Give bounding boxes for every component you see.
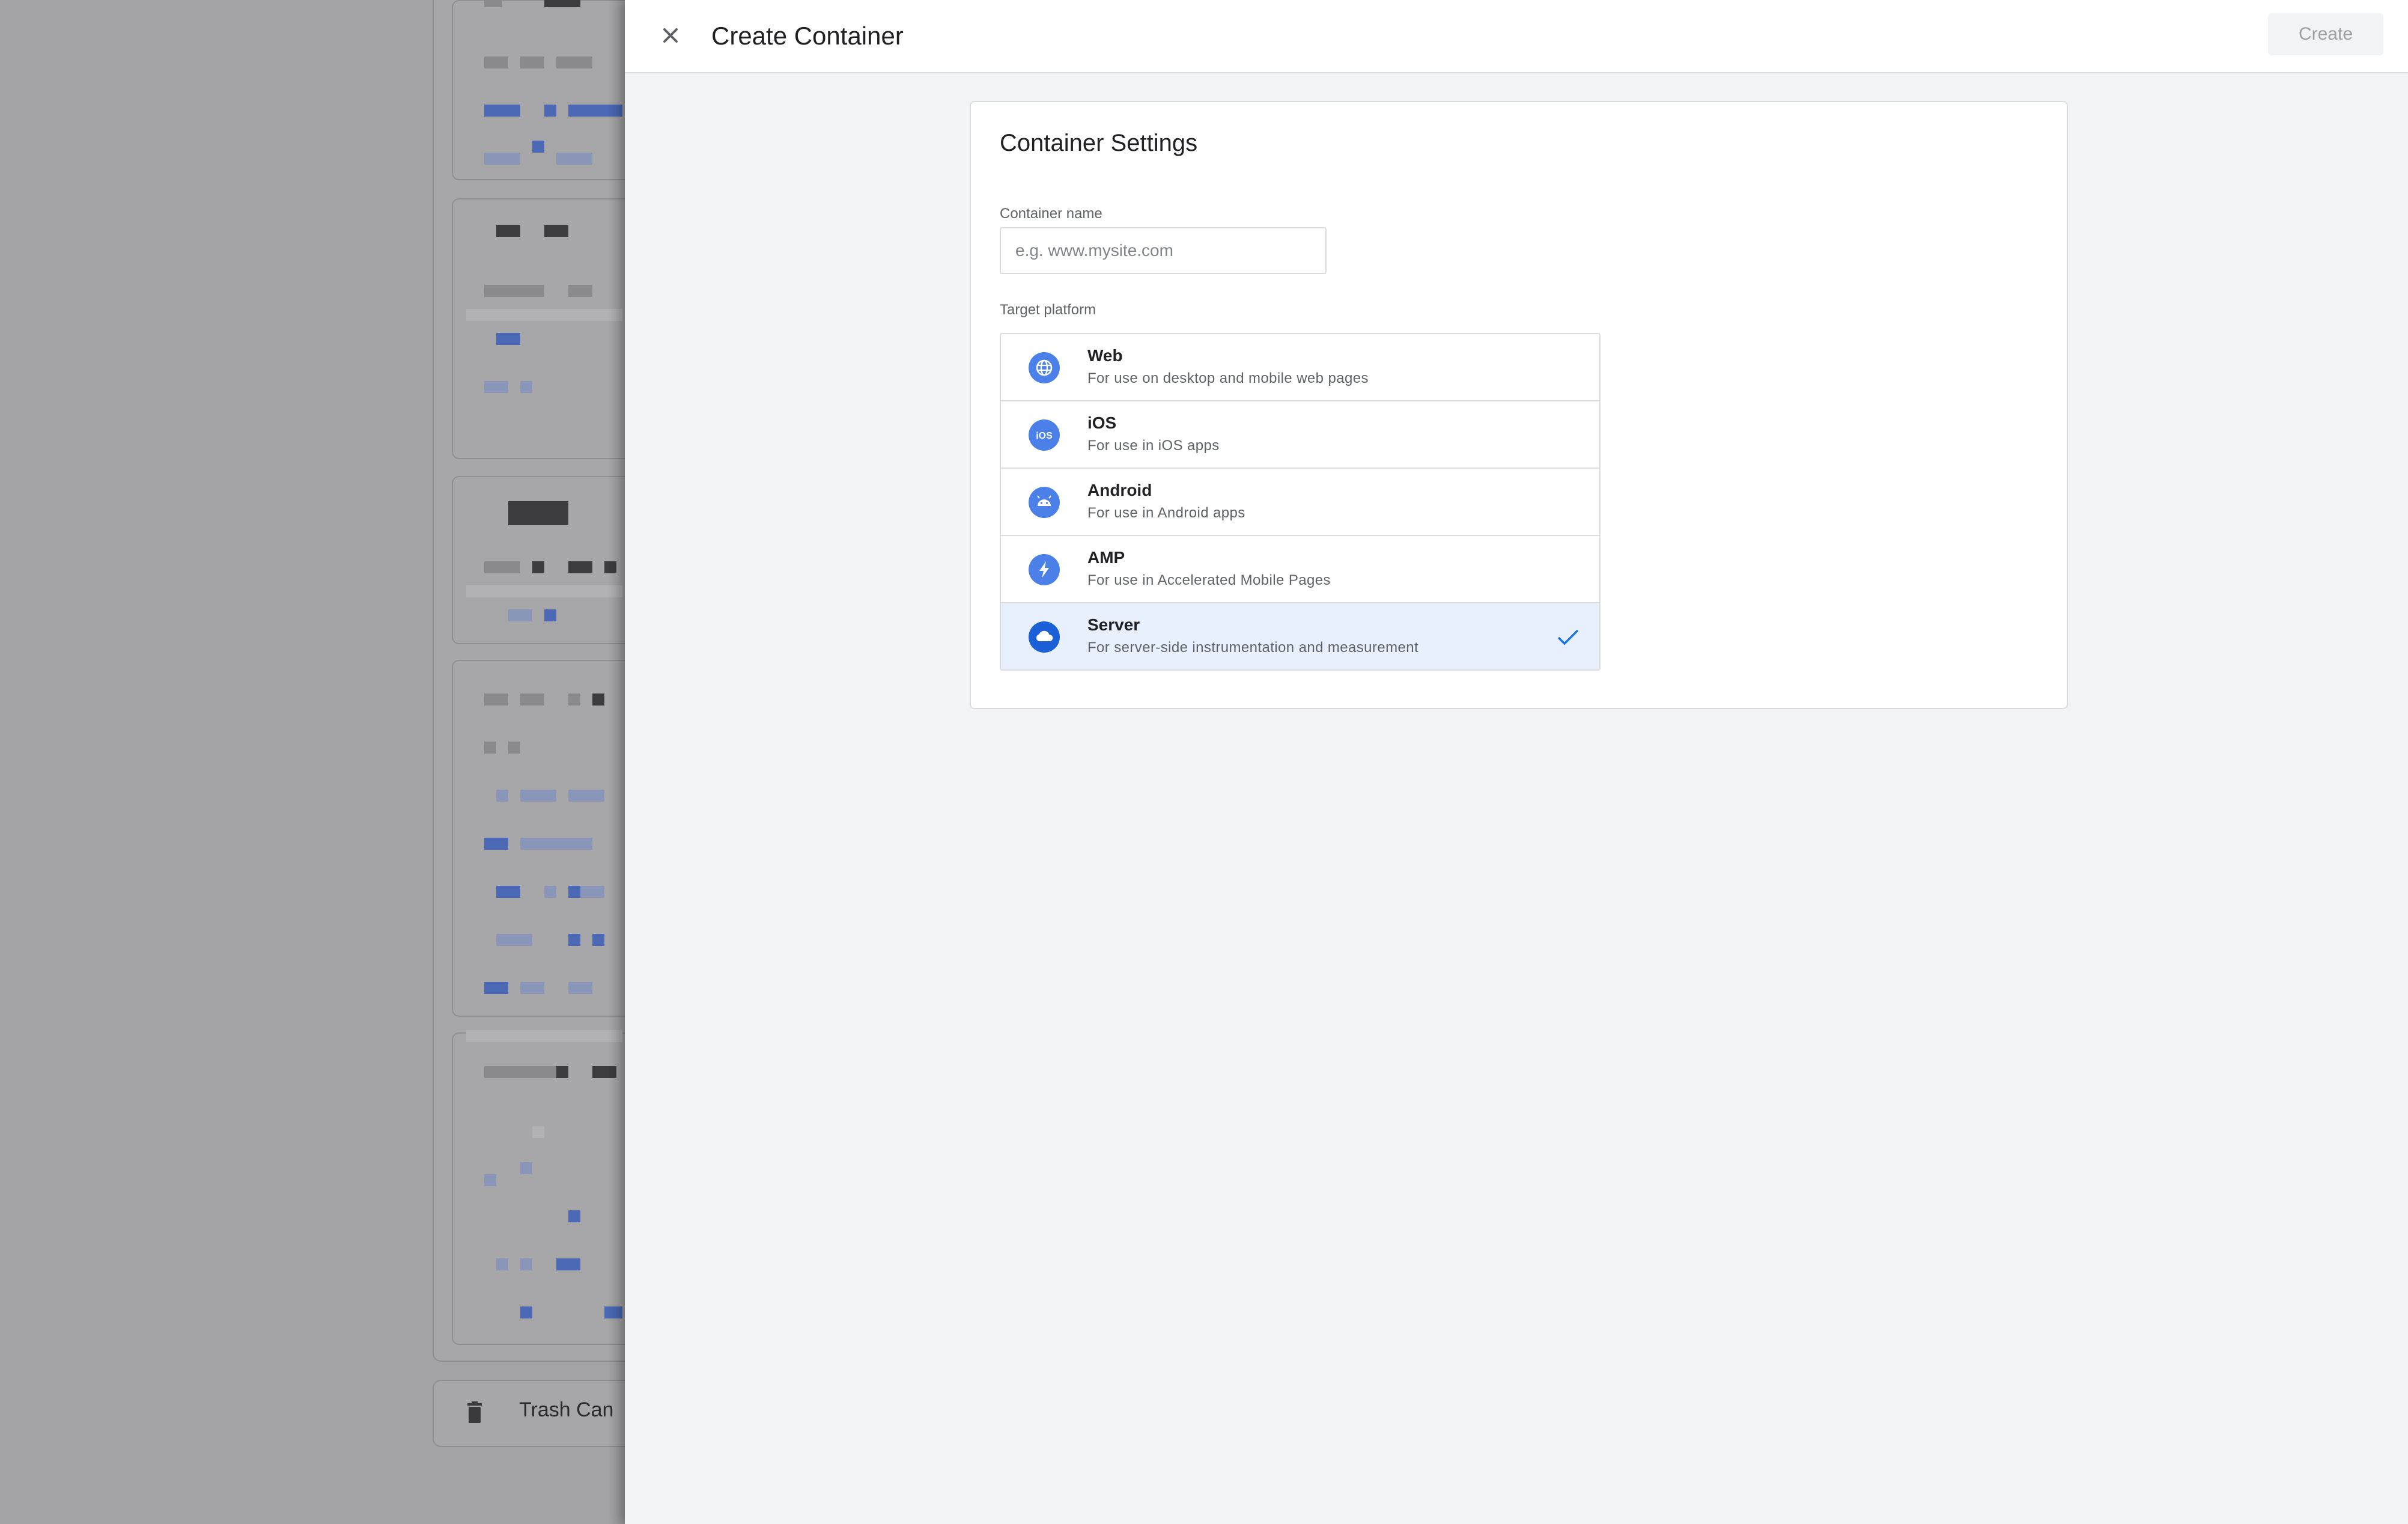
blurred-text xyxy=(484,285,544,297)
blurred-text xyxy=(544,225,568,237)
close-icon xyxy=(663,28,678,43)
platform-name: iOS xyxy=(1087,413,1117,432)
blurred-text xyxy=(508,742,520,754)
close-button[interactable] xyxy=(652,18,689,54)
blurred-link xyxy=(544,105,556,117)
platform-option-amp[interactable]: AMP For use in Accelerated Mobile Pages xyxy=(1001,536,1599,603)
scrim-shadow xyxy=(607,0,625,1524)
platform-option-web[interactable]: Web For use on desktop and mobile web pa… xyxy=(1001,334,1599,401)
platform-name: Android xyxy=(1087,481,1152,499)
ios-icon: iOS xyxy=(1029,419,1060,451)
blurred-text xyxy=(592,693,604,706)
blurred-link xyxy=(520,1306,532,1318)
globe-icon xyxy=(1029,352,1060,383)
platform-name: AMP xyxy=(1087,548,1125,567)
platform-option-ios[interactable]: iOS iOS For use in iOS apps xyxy=(1001,401,1599,469)
blurred-link xyxy=(496,790,508,802)
blurred-link xyxy=(496,934,532,946)
blurred-link xyxy=(484,982,508,994)
blurred-text xyxy=(484,56,508,69)
platform-name: Web xyxy=(1087,346,1123,365)
blurred-link xyxy=(592,934,604,946)
blurred-heading xyxy=(508,501,568,525)
blurred-divider xyxy=(466,309,622,321)
card-title: Container Settings xyxy=(1000,130,1198,156)
panel-title: Create Container xyxy=(711,22,904,50)
blurred-link xyxy=(484,838,508,850)
platform-description: For use on desktop and mobile web pages xyxy=(1087,370,1369,386)
blurred-text xyxy=(544,0,580,7)
blurred-text xyxy=(496,225,520,237)
background-block xyxy=(452,0,633,180)
blurred-link xyxy=(520,381,532,393)
blurred-link xyxy=(568,790,604,802)
trash-can-label: Trash Can xyxy=(519,1398,614,1421)
create-container-panel: Create Container Create Container Settin… xyxy=(625,0,2408,1524)
checkmark-icon xyxy=(1557,629,1579,645)
blurred-link xyxy=(508,609,532,621)
blurred-text xyxy=(520,56,544,69)
android-icon xyxy=(1029,487,1060,518)
platform-option-server[interactable]: Server For server-side instrumentation a… xyxy=(1001,603,1599,669)
blurred-link xyxy=(496,1258,508,1270)
blurred-link xyxy=(568,1210,580,1222)
blurred-link xyxy=(544,886,556,898)
background-block xyxy=(452,1032,633,1345)
platform-option-android[interactable]: Android For use in Android apps xyxy=(1001,469,1599,536)
svg-text:iOS: iOS xyxy=(1036,431,1053,441)
blurred-link xyxy=(520,838,592,850)
blurred-link xyxy=(568,982,592,994)
blurred-text xyxy=(484,561,520,573)
blurred-divider xyxy=(466,585,622,597)
blurred-link xyxy=(520,1258,532,1270)
blurred-text xyxy=(484,0,502,7)
blurred-text xyxy=(568,693,580,706)
trash-icon xyxy=(467,1401,482,1423)
blurred-link xyxy=(568,934,580,946)
platform-name: Server xyxy=(1087,615,1140,634)
container-settings-card: Container Settings Container name Target… xyxy=(970,101,2068,709)
blurred-text xyxy=(484,1066,556,1078)
create-button[interactable]: Create xyxy=(2268,13,2383,55)
panel-header: Create Container Create xyxy=(625,0,2408,73)
container-name-input[interactable] xyxy=(1000,227,1327,274)
blurred-link xyxy=(532,141,544,153)
blurred-link xyxy=(496,333,520,345)
blurred-link xyxy=(568,886,580,898)
target-platform-list: Web For use on desktop and mobile web pa… xyxy=(1000,333,1601,671)
blurred-text xyxy=(532,561,544,573)
blurred-text xyxy=(532,1126,544,1138)
blurred-link xyxy=(544,609,556,621)
blurred-text xyxy=(520,693,544,706)
blurred-divider xyxy=(466,1030,622,1042)
blurred-text xyxy=(556,1066,568,1078)
blurred-link xyxy=(520,1162,532,1174)
blurred-link xyxy=(484,105,520,117)
blurred-text xyxy=(484,742,496,754)
blurred-link xyxy=(484,153,520,165)
blurred-link xyxy=(556,1258,580,1270)
platform-description: For use in iOS apps xyxy=(1087,437,1220,454)
platform-description: For server-side instrumentation and meas… xyxy=(1087,639,1419,656)
blurred-text xyxy=(556,56,592,69)
blurred-link xyxy=(484,381,508,393)
blurred-text xyxy=(568,285,592,297)
blurred-link xyxy=(556,153,592,165)
platform-description: For use in Accelerated Mobile Pages xyxy=(1087,572,1331,588)
lightning-icon xyxy=(1029,554,1060,585)
blurred-text xyxy=(568,561,592,573)
background-block xyxy=(452,198,633,459)
target-platform-label: Target platform xyxy=(1000,302,1096,318)
blurred-text xyxy=(484,693,508,706)
cloud-icon xyxy=(1029,621,1060,653)
blurred-link xyxy=(520,982,544,994)
container-name-label: Container name xyxy=(1000,206,1102,222)
blurred-link xyxy=(520,790,556,802)
blurred-link xyxy=(580,886,604,898)
platform-description: For use in Android apps xyxy=(1087,505,1245,521)
blurred-link xyxy=(484,1174,496,1186)
background-page: Trash Can xyxy=(0,0,639,1524)
blurred-link xyxy=(496,886,520,898)
